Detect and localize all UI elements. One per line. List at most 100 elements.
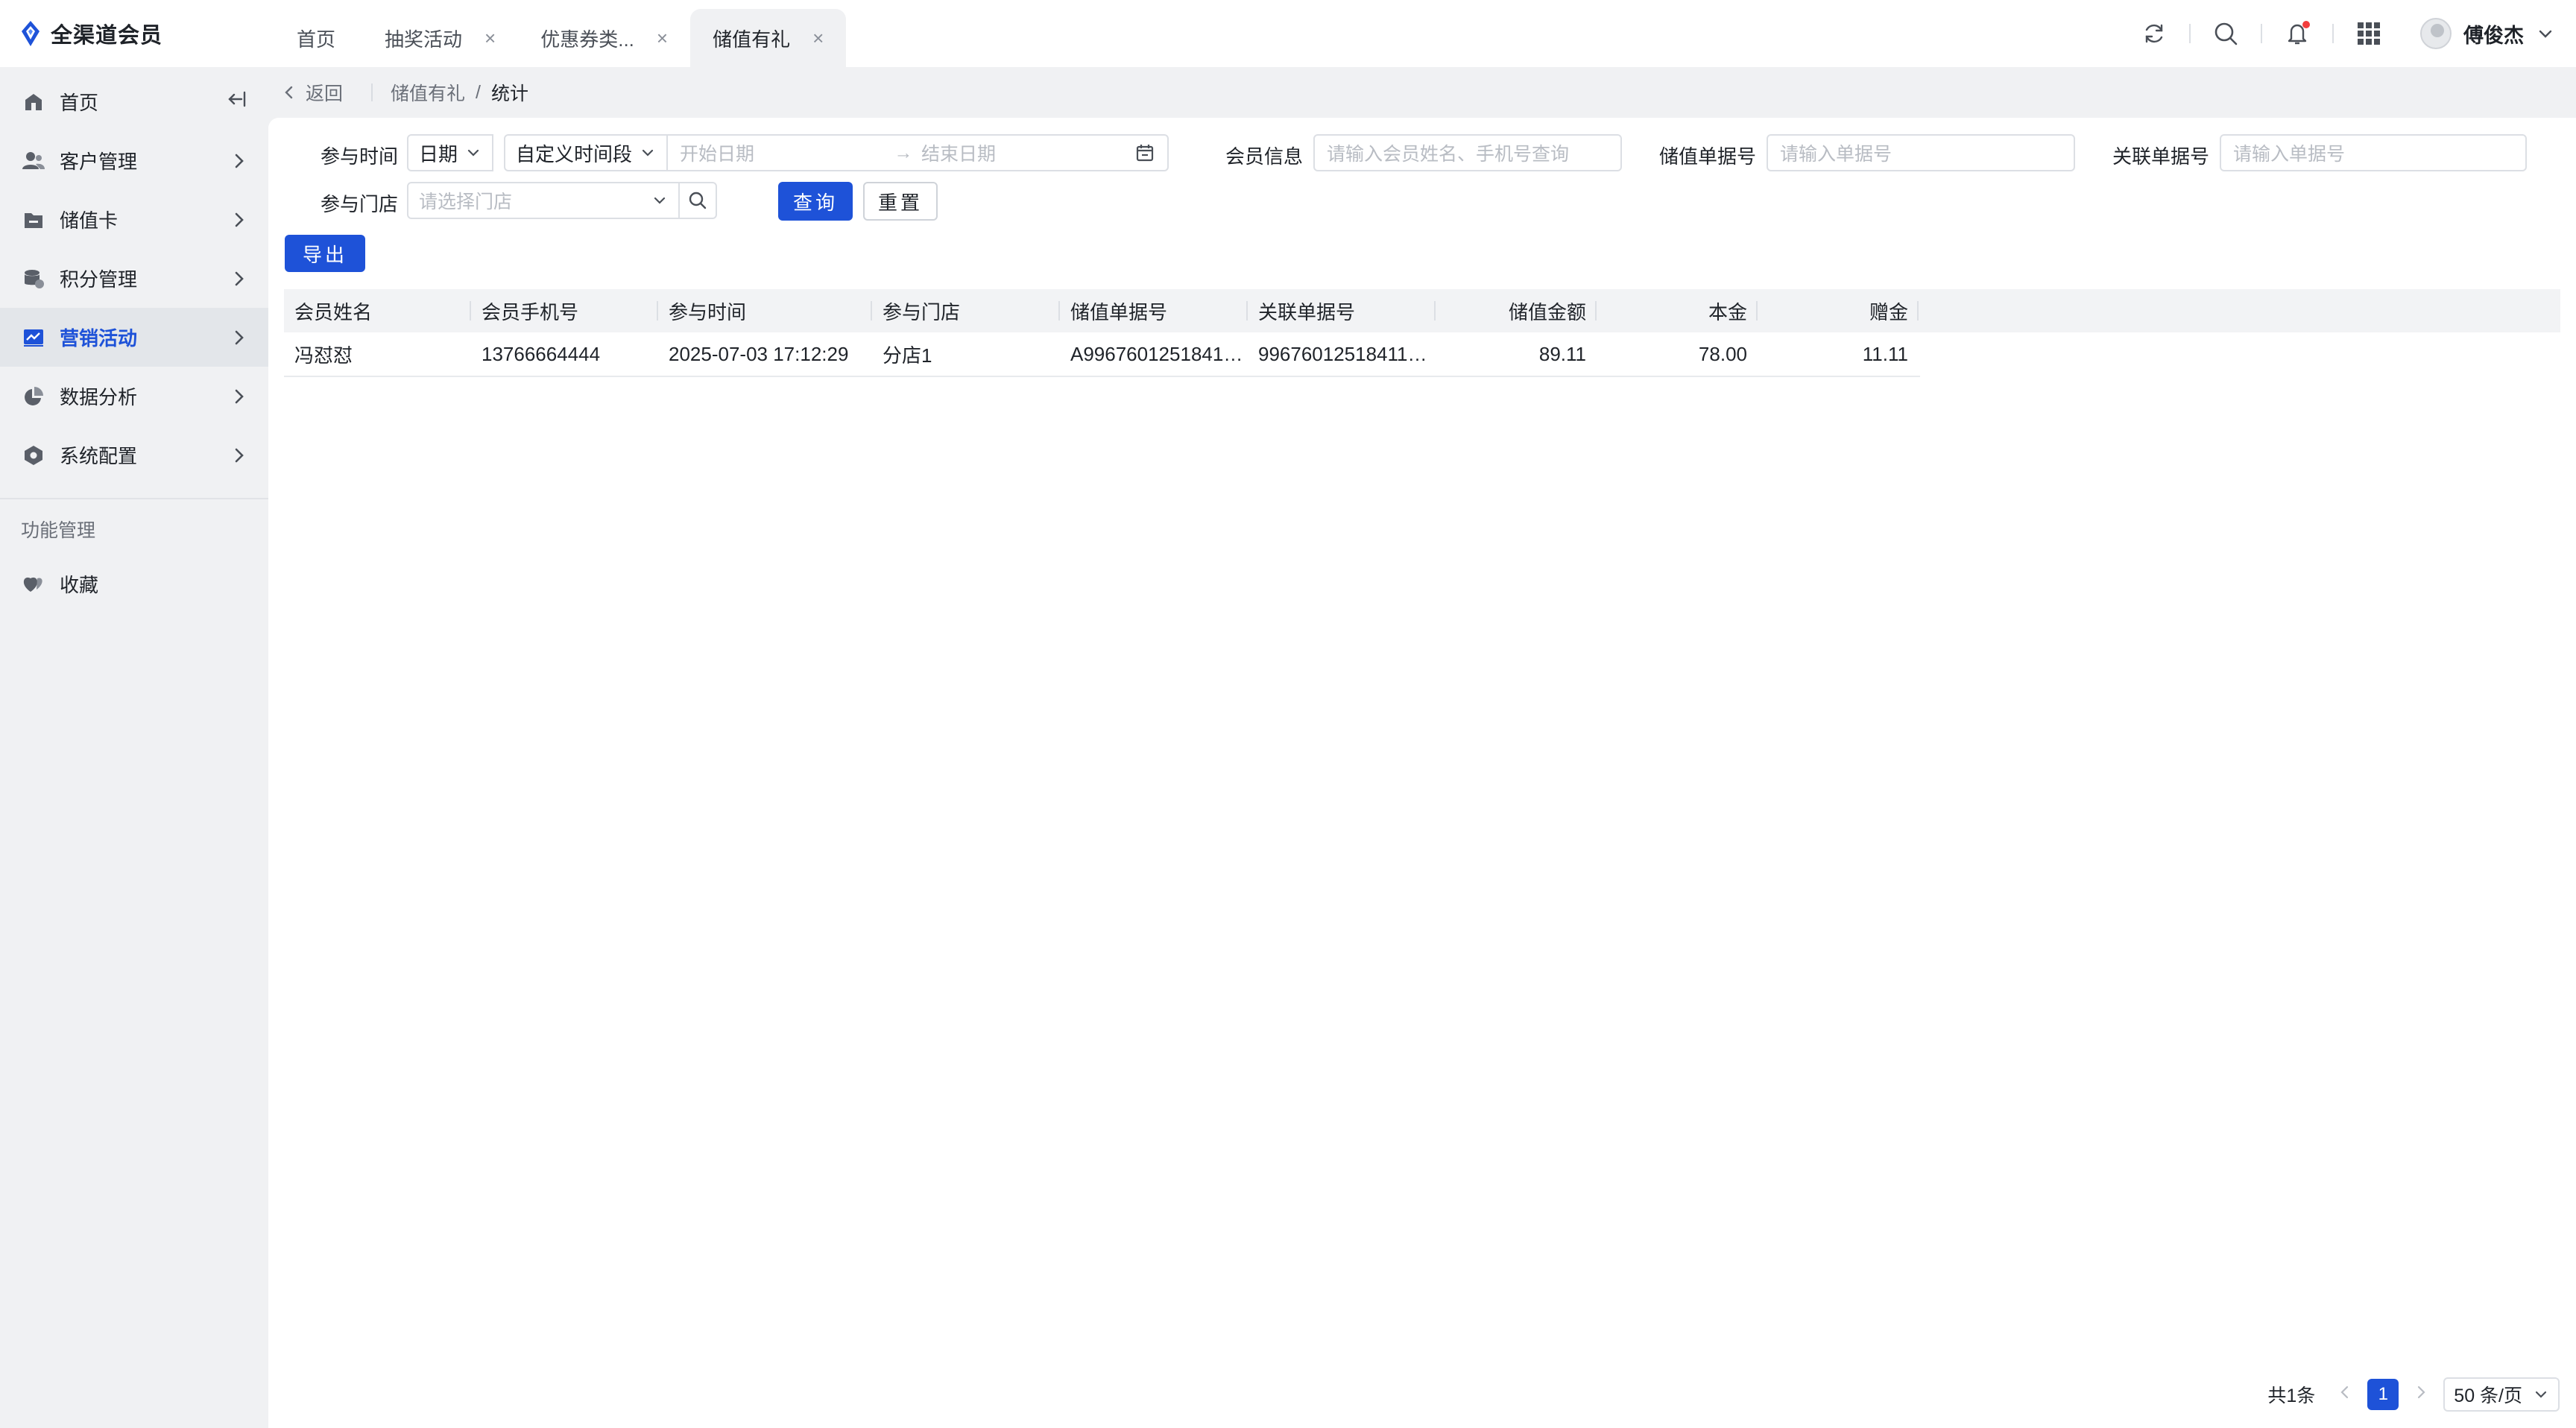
- sidebar-group-title: 功能管理: [21, 520, 96, 541]
- cell-related-no: 99676012518411…: [1258, 342, 1427, 365]
- chevron-right-icon: [235, 271, 244, 285]
- back-button[interactable]: 返回: [273, 79, 353, 106]
- sidebar-item-label: 积分管理: [60, 268, 138, 291]
- date-range-picker[interactable]: 开始日期 → 结束日期: [666, 134, 1169, 171]
- select-value: 日期: [419, 142, 458, 165]
- time-range-type-select[interactable]: 自定义时间段: [504, 134, 668, 171]
- home-icon: [22, 91, 45, 113]
- sidebar-item-stored-value-card[interactable]: 储值卡: [0, 190, 268, 249]
- refresh-icon[interactable]: [2119, 0, 2189, 67]
- cell-member-name: 冯怼怼: [294, 344, 353, 367]
- user-name: 傅俊杰: [2463, 24, 2524, 47]
- tab-label: 储值有礼: [713, 28, 791, 51]
- search-icon[interactable]: [2191, 0, 2261, 67]
- store-select[interactable]: 请选择门店: [407, 182, 680, 219]
- sidebar-item-label: 储值卡: [60, 209, 119, 232]
- filter-label-related-order: 关联单据号: [2112, 145, 2210, 168]
- tab-stored-value-gift[interactable]: 储值有礼 ×: [690, 9, 847, 67]
- collapse-sidebar-icon[interactable]: [227, 89, 247, 115]
- page-size-value: 50 条/页: [2454, 1386, 2522, 1406]
- column-header-principal: 本金: [1597, 289, 1758, 332]
- top-bar: 全渠道会员 首页 抽奖活动 × 优惠券类... × 储值有礼 × 傅俊杰: [0, 0, 2576, 67]
- prev-page-icon[interactable]: [2339, 1383, 2351, 1406]
- select-value: 自定义时间段: [516, 142, 633, 165]
- next-page-icon[interactable]: [2415, 1383, 2427, 1406]
- calendar-icon[interactable]: [1134, 142, 1155, 163]
- sidebar-item-customers[interactable]: 客户管理: [0, 131, 268, 190]
- brand[interactable]: 全渠道会员: [0, 0, 268, 67]
- sidebar-item-label: 客户管理: [60, 151, 138, 173]
- filter-label-store: 参与门店: [321, 193, 399, 215]
- input-placeholder: 请输入会员姓名、手机号查询: [1327, 144, 1570, 165]
- breadcrumb: 返回 储值有礼 / 统计: [268, 67, 528, 118]
- cell-order-no: A9967601251841…: [1070, 342, 1243, 365]
- users-icon: [22, 150, 45, 172]
- divider: [371, 83, 373, 101]
- header-actions: 傅俊杰: [2119, 0, 2576, 67]
- pie-chart-icon: [22, 385, 45, 408]
- cell-store: 分店1: [883, 344, 932, 367]
- close-icon[interactable]: ×: [657, 27, 668, 50]
- chevron-down-icon: [2535, 1391, 2547, 1398]
- reset-button[interactable]: 重置: [863, 182, 938, 221]
- chevron-right-icon: [235, 212, 244, 227]
- column-header-order-no: 储值单据号: [1060, 289, 1248, 332]
- export-button[interactable]: 导出: [285, 235, 365, 272]
- column-header-related-no: 关联单据号: [1248, 289, 1436, 332]
- related-order-input[interactable]: 请输入单据号: [2220, 134, 2527, 171]
- select-placeholder: 请选择门店: [419, 192, 513, 212]
- chevron-down-icon: [467, 149, 479, 157]
- close-icon[interactable]: ×: [484, 27, 496, 50]
- card-icon: [22, 209, 45, 231]
- back-label: 返回: [306, 83, 344, 104]
- chevron-right-icon: [235, 154, 244, 168]
- bell-icon[interactable]: [2262, 0, 2332, 67]
- sidebar-item-label: 营销活动: [60, 327, 138, 350]
- tab-home[interactable]: 首页: [268, 9, 362, 67]
- breadcrumb-separator: /: [476, 81, 481, 103]
- order-number-input[interactable]: 请输入单据号: [1767, 134, 2075, 171]
- app-title: 全渠道会员: [51, 24, 163, 48]
- store-search-button[interactable]: [678, 182, 717, 219]
- sidebar-item-home[interactable]: 首页: [0, 72, 268, 131]
- chevron-right-icon: [235, 448, 244, 462]
- chevron-down-icon: [654, 197, 666, 204]
- sidebar-item-system-config[interactable]: 系统配置: [0, 426, 268, 484]
- column-header-bonus: 赠金: [1758, 289, 1919, 332]
- page-number-current[interactable]: 1: [2367, 1379, 2399, 1410]
- breadcrumb-parent[interactable]: 储值有礼: [391, 79, 465, 106]
- tab-lottery[interactable]: 抽奖活动 ×: [362, 9, 518, 67]
- chevron-down-icon: [642, 149, 654, 157]
- pagination-total: 共1条: [2267, 1386, 2316, 1406]
- sidebar-item-data-analysis[interactable]: 数据分析: [0, 367, 268, 426]
- input-placeholder: 请输入单据号: [1780, 144, 1892, 165]
- member-info-input[interactable]: 请输入会员姓名、手机号查询: [1313, 134, 1622, 171]
- sidebar-item-favorites[interactable]: 收藏: [0, 559, 268, 608]
- apps-grid-icon[interactable]: [2334, 0, 2404, 67]
- start-date-input[interactable]: 开始日期: [668, 139, 888, 166]
- cell-time: 2025-07-03 17:12:29: [669, 342, 849, 365]
- page-size-select[interactable]: 50 条/页: [2443, 1377, 2560, 1412]
- sidebar-item-label: 系统配置: [60, 445, 138, 467]
- chevron-down-icon: [2539, 30, 2552, 38]
- tab-coupon-type[interactable]: 优惠券类... ×: [518, 9, 690, 67]
- table-row[interactable]: 冯怼怼 13766664444 2025-07-03 17:12:29 分店1 …: [284, 332, 1920, 377]
- sidebar-item-marketing[interactable]: 营销活动: [0, 308, 268, 367]
- close-icon[interactable]: ×: [812, 27, 824, 50]
- query-button[interactable]: 查询: [778, 182, 853, 221]
- marketing-icon: [22, 326, 45, 349]
- breadcrumb-current: 统计: [490, 83, 528, 104]
- chevron-left-icon: [285, 86, 293, 99]
- time-type-select[interactable]: 日期: [407, 134, 493, 171]
- user-menu[interactable]: 傅俊杰: [2404, 18, 2555, 49]
- heart-icon: [22, 572, 45, 595]
- chevron-right-icon: [235, 330, 244, 344]
- column-header-amount: 储值金额: [1436, 289, 1597, 332]
- cell-amount: 89.11: [1538, 342, 1586, 365]
- sidebar-item-points[interactable]: 积分管理: [0, 249, 268, 308]
- end-date-input[interactable]: 结束日期: [918, 139, 1134, 166]
- pagination: 共1条 1 50 条/页: [2267, 1377, 2560, 1412]
- column-header-time: 参与时间: [658, 289, 872, 332]
- column-header-member-name: 会员姓名: [284, 289, 471, 332]
- sidebar-item-label: 数据分析: [60, 386, 138, 408]
